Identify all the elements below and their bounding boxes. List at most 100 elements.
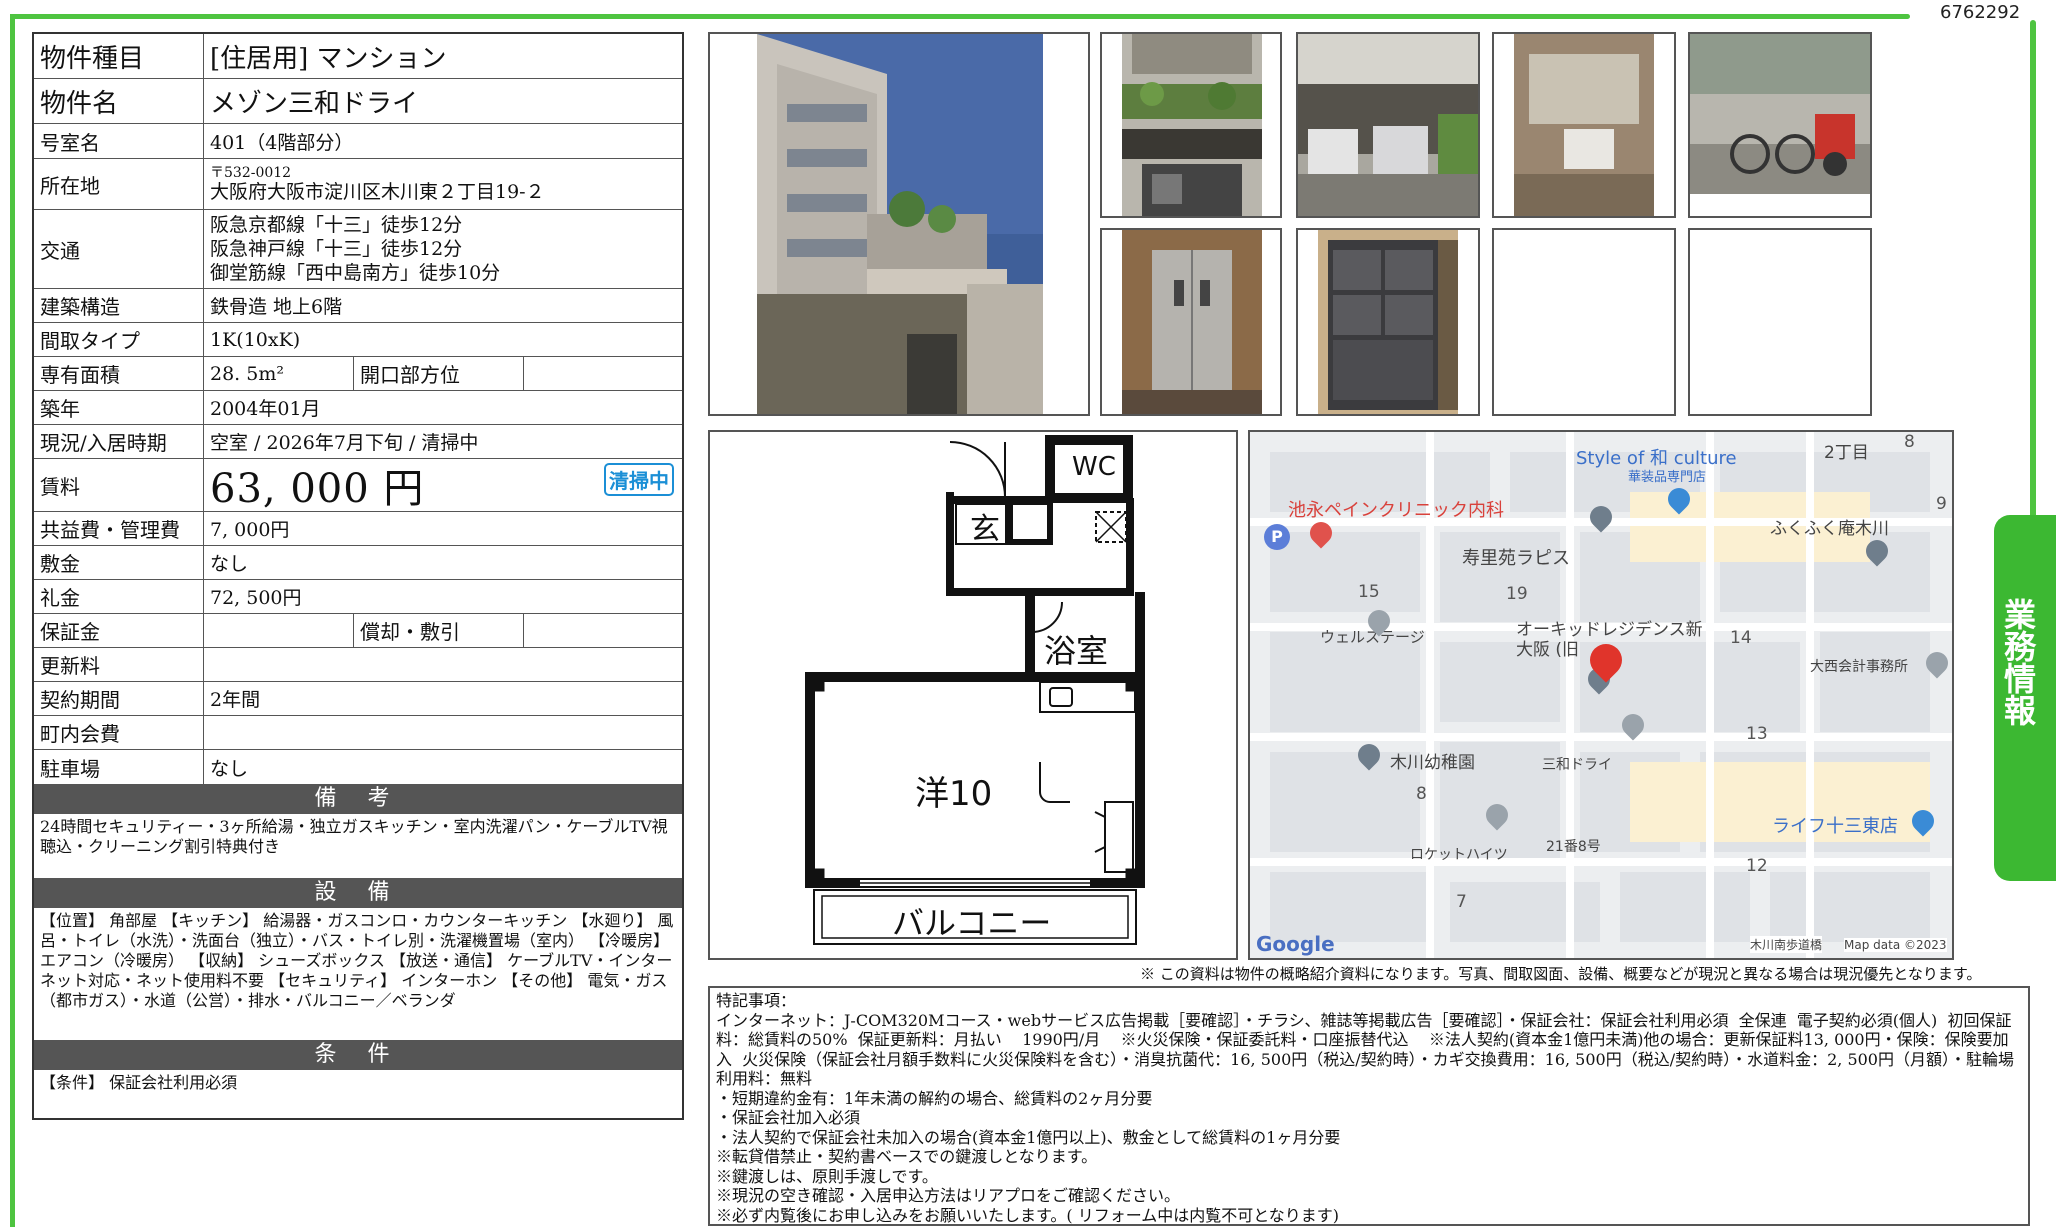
map-label-21: 21番8号 xyxy=(1546,839,1601,855)
special-notes-line: ・短期違約金有：1年未満の解約の場合、総賃料の2ヶ月分要 xyxy=(716,1088,1153,1108)
remarks-header: 備 考 xyxy=(34,785,682,814)
value-area: 28. 5m² xyxy=(204,357,354,390)
label-area: 専有面積 xyxy=(34,357,204,390)
transport-line: 阪急京都線「十三」徒歩12分 xyxy=(210,214,463,236)
area-split: 28. 5m² 開口部方位 xyxy=(204,357,682,390)
elevator-image xyxy=(1122,230,1262,414)
special-notes-line: ・法人契約で保証会社未加入の場合(資本金1億円以上)、敷金として総賃料の1ヶ月分… xyxy=(716,1127,1341,1147)
value-key-money: 72, 500円 xyxy=(210,587,302,609)
map-label-rocket: ロケットハイツ xyxy=(1410,847,1508,863)
value-deposit: なし xyxy=(210,553,249,575)
location-map[interactable]: Style of 和 culture 華装品専門店 池永ペインクリニック内科 ふ… xyxy=(1248,430,1954,960)
label-town-fee: 町内会費 xyxy=(34,716,204,749)
value-address: 〒532-0012 大阪府大阪市淀川区木川東２丁目19-２ xyxy=(204,159,682,209)
label-common-fee: 共益費・管理費 xyxy=(34,512,204,545)
rent-amount: 63, 000 円 xyxy=(210,466,425,512)
label-structure: 建築構造 xyxy=(34,289,204,322)
row-built: 築年 2004年01月 xyxy=(34,391,682,425)
map-label-kindergarten: 木川幼稚園 xyxy=(1390,753,1475,773)
map-label-sanwa: 三和ドライ xyxy=(1542,757,1612,773)
label-guarantee: 保証金 xyxy=(34,614,204,647)
mailbox-photo xyxy=(1492,32,1676,218)
row-room: 号室名 401（4階部分） xyxy=(34,124,682,159)
row-address: 所在地 〒532-0012 大阪府大阪市淀川区木川東２丁目19-２ xyxy=(34,159,682,210)
map-block-number: 12 xyxy=(1746,856,1768,876)
label-parking: 駐車場 xyxy=(34,750,204,784)
special-notes-line: ※現況の空き確認・入居申込方法はリアプロをご確認ください。 xyxy=(716,1186,1181,1205)
label-built: 築年 xyxy=(34,391,204,424)
row-layout-type: 間取タイプ 1K(10xK) xyxy=(34,323,682,357)
building-exterior-photo xyxy=(708,32,1090,416)
map-label-chome2: 2丁目 xyxy=(1824,443,1869,463)
floorplan-wc-label: WC xyxy=(1072,452,1116,482)
map-data-attribution: Map data ©2023 xyxy=(1844,938,1947,952)
map-block-number: 15 xyxy=(1358,582,1380,602)
special-notes-title: 特記事項： xyxy=(716,991,797,1010)
empty-photo-slot xyxy=(1688,228,1872,416)
address-zip: 〒532-0012 xyxy=(210,165,292,181)
value-renewal xyxy=(204,648,682,681)
label-amortization: 償却・敷引 xyxy=(354,614,524,647)
floorplan-bath-label: 浴室 xyxy=(1044,632,1109,670)
business-info-tab-label: 業務情報 xyxy=(1999,598,2037,726)
label-key-money: 礼金 xyxy=(34,580,204,613)
label-contract: 契約期間 xyxy=(34,682,204,715)
row-renewal: 更新料 xyxy=(34,648,682,682)
map-block-number: 9 xyxy=(1936,494,1947,514)
row-common-fee: 共益費・管理費 7, 000円 xyxy=(34,512,682,546)
facilities-header: 設 備 xyxy=(34,879,682,908)
value-parking: なし xyxy=(210,757,249,780)
floorplan-room-label: 洋10 xyxy=(915,774,993,814)
row-transport: 交通 阪急京都線「十三」徒歩12分 阪急神戸線「十三」徒歩12分 御堂筋線「西中… xyxy=(34,210,682,289)
row-contract: 契約期間 2年間 xyxy=(34,682,682,716)
elevator-photo xyxy=(1100,228,1282,416)
transport-line: 阪急神戸線「十三」徒歩12分 xyxy=(210,238,463,260)
map-block-number: 8 xyxy=(1416,784,1427,804)
bicycle-parking-photo xyxy=(1688,32,1872,218)
floorplan-entrance-label: 玄 xyxy=(970,512,1000,547)
label-room: 号室名 xyxy=(34,124,204,158)
label-address: 所在地 xyxy=(34,159,204,209)
label-orientation: 開口部方位 xyxy=(354,357,524,390)
value-guarantee xyxy=(204,614,354,647)
floorplan-panel: WC 玄 浴室 洋10 バルコニー xyxy=(708,430,1238,960)
value-common-fee: 7, 000円 xyxy=(210,519,290,541)
entrance-image xyxy=(1122,34,1262,216)
value-transport: 阪急京都線「十三」徒歩12分 阪急神戸線「十三」徒歩12分 御堂筋線「西中島南方… xyxy=(204,210,682,288)
frame-right-border xyxy=(2030,20,2036,520)
value-type: [住居用] マンション xyxy=(210,43,447,74)
bicycle-parking-image xyxy=(1690,34,1870,194)
row-parking: 駐車場 なし xyxy=(34,750,682,785)
special-notes-line: ※必ず内覧後にお申し込みをお願いいたします。( リフォーム中は内覧不可となります… xyxy=(716,1205,1340,1225)
map-label-life: ライフ十三東店 xyxy=(1772,816,1898,837)
label-transport: 交通 xyxy=(34,210,204,288)
facilities-text: 【位置】 角部屋 【キッチン】 給湯器・ガスコンロ・カウンターキッチン 【水廻り… xyxy=(34,908,682,1041)
value-layout-type: 1K(10xK) xyxy=(210,328,301,351)
map-block-number: 19 xyxy=(1506,584,1528,604)
value-contract: 2年間 xyxy=(210,689,261,711)
google-logo: Google xyxy=(1256,932,1335,956)
parking-image xyxy=(1298,34,1478,216)
row-type: 物件種目 [住居用] マンション xyxy=(34,34,682,79)
parking-photo xyxy=(1296,32,1480,218)
value-built: 2004年01月 xyxy=(210,398,321,420)
special-notes-line: ※鍵渡しは、原則手渡しです。 xyxy=(716,1166,938,1186)
special-notes-line: ・保証会社加入必須 xyxy=(716,1108,861,1127)
delivery-box-photo xyxy=(1296,228,1480,416)
conditions-text: 【条件】 保証会社利用必須 xyxy=(40,1073,238,1092)
map-label-fukufuku: ふくふく庵木川 xyxy=(1770,519,1889,539)
label-name: 物件名 xyxy=(34,79,204,123)
row-name: 物件名 メゾン三和ドライ xyxy=(34,79,682,124)
disclaimer-note: ※ この資料は物件の概略紹介資料になります。写真、間取図面、設備、概要などが現況… xyxy=(1140,965,1982,983)
row-deposit: 敷金 なし xyxy=(34,546,682,580)
map-label-juri: 寿里苑ラピス xyxy=(1462,548,1570,569)
map-block-number: 14 xyxy=(1730,628,1752,648)
address-text: 大阪府大阪市淀川区木川東２丁目19-２ xyxy=(210,181,545,203)
row-area: 専有面積 28. 5m² 開口部方位 xyxy=(34,357,682,391)
map-block-number: 13 xyxy=(1746,724,1768,744)
label-layout-type: 間取タイプ xyxy=(34,323,204,356)
value-orientation xyxy=(524,357,682,390)
label-status: 現況/入居時期 xyxy=(34,425,204,458)
label-rent: 賃料 xyxy=(34,459,204,511)
label-deposit: 敷金 xyxy=(34,546,204,579)
